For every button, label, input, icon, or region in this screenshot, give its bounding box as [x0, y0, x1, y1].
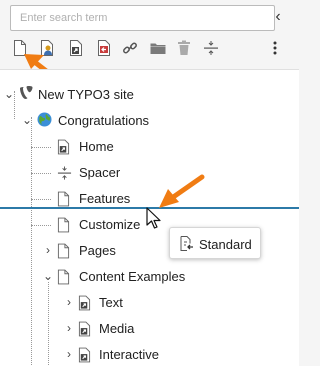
- tree-node-label: Content Examples: [79, 269, 186, 284]
- tree-node-label: Congratulations: [58, 113, 150, 128]
- tree-node-spacer[interactable]: Spacer: [0, 160, 299, 186]
- link-icon[interactable]: [120, 38, 140, 58]
- more-vertical-icon[interactable]: [265, 38, 285, 58]
- drag-tooltip-label: Standard: [199, 237, 252, 252]
- tree-node-label: Media: [99, 321, 135, 336]
- page-insert-after-icon: [180, 236, 193, 251]
- page-shortcut-icon: [78, 347, 91, 363]
- tree-node-root[interactable]: ⌄ New TYPO3 site: [0, 82, 299, 108]
- globe-icon: [37, 112, 52, 127]
- search-bar: ‹: [0, 0, 299, 36]
- annotation-arrow-icon: [159, 174, 205, 208]
- page-icon: [57, 243, 70, 259]
- recycler-icon[interactable]: [174, 38, 194, 58]
- chevron-down-icon[interactable]: ⌄: [41, 268, 55, 284]
- tree-node-congratulations[interactable]: ⌄ Congratulations: [0, 108, 299, 134]
- chevron-down-icon[interactable]: ⌄: [2, 86, 16, 102]
- page-shortcut-icon: [57, 139, 70, 155]
- typo3-logo-icon: [20, 86, 33, 99]
- tree-node-label: New TYPO3 site: [38, 87, 134, 102]
- chevron-down-icon[interactable]: ⌄: [20, 112, 34, 128]
- chevron-right-icon[interactable]: ›: [62, 294, 76, 310]
- page-icon: [57, 269, 70, 285]
- tree-node-media[interactable]: › Media: [0, 316, 299, 342]
- cursor-icon: [146, 207, 161, 229]
- tree-node-content-examples[interactable]: ⌄ Content Examples: [0, 264, 299, 290]
- page-icon: [57, 217, 70, 233]
- tree-node-home[interactable]: Home: [0, 134, 299, 160]
- page-link-external-icon[interactable]: [94, 38, 114, 58]
- tree-node-label: Interactive: [99, 347, 159, 362]
- page-shortcut-icon: [78, 295, 91, 311]
- chevron-right-icon[interactable]: ›: [41, 242, 55, 258]
- search-input[interactable]: [10, 5, 275, 31]
- drag-tooltip: Standard: [169, 227, 261, 259]
- page-shortcut-icon: [78, 321, 91, 337]
- tree-node-label: Spacer: [79, 165, 121, 180]
- chevron-right-icon[interactable]: ›: [62, 320, 76, 336]
- chevron-left-icon[interactable]: ‹: [270, 8, 286, 26]
- tree-node-interactive[interactable]: › Interactive: [0, 342, 299, 366]
- spacer-icon[interactable]: [201, 38, 221, 58]
- chevron-right-icon[interactable]: ›: [62, 346, 76, 362]
- tree-node-label: Home: [79, 139, 114, 154]
- tree-node-label: Pages: [79, 243, 116, 258]
- folder-icon[interactable]: [148, 38, 168, 58]
- tree-node-label: Features: [79, 191, 131, 206]
- tree-node-text[interactable]: › Text: [0, 290, 299, 316]
- tree-node-label: Text: [99, 295, 123, 310]
- spacer-icon: [57, 166, 72, 180]
- tree-node-label: Customize: [79, 217, 141, 232]
- page-icon: [57, 191, 70, 207]
